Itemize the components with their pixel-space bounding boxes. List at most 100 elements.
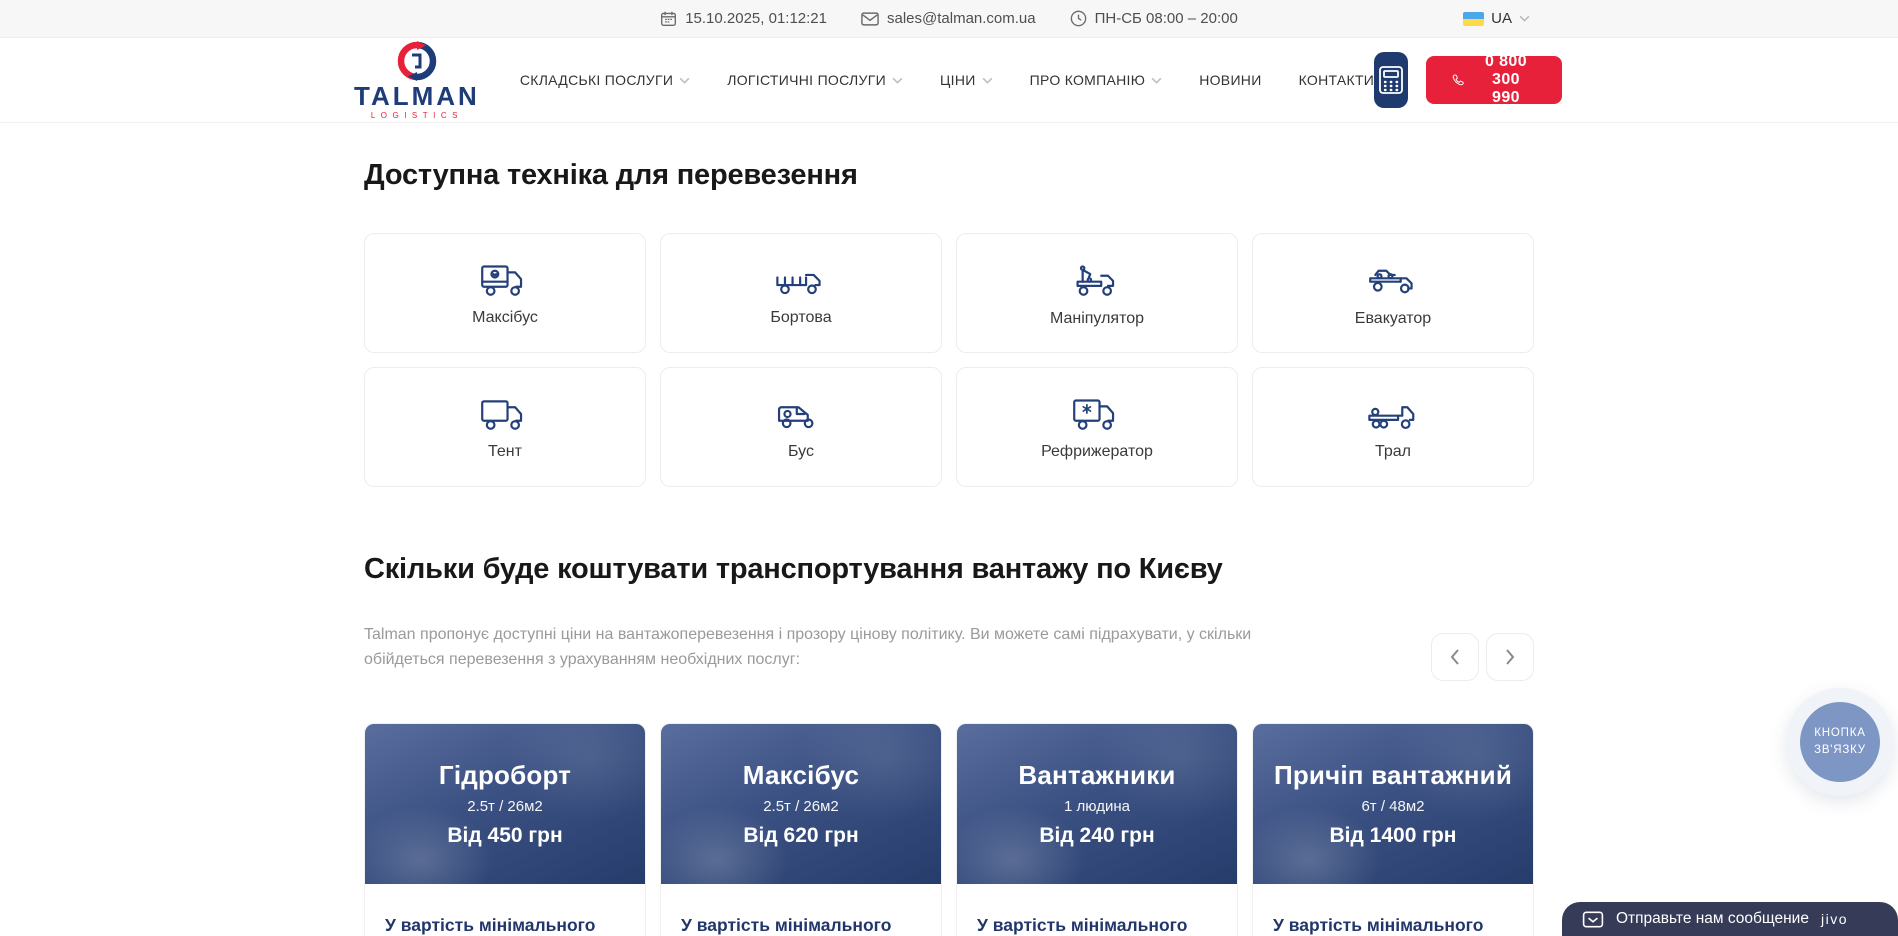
chevron-right-icon [1504, 648, 1516, 666]
topbar-email[interactable]: sales@talman.com.ua [861, 10, 1036, 27]
carousel-next-button[interactable] [1486, 633, 1534, 681]
price-card-header: Вантажники 1 людина Від 240 грн [957, 724, 1237, 884]
logo-wordmark: TALMAN [354, 83, 480, 109]
vehicle-label: Тент [488, 443, 522, 461]
chevron-down-icon [892, 77, 903, 84]
topbar: 15.10.2025, 01:12:21 sales@talman.com.ua… [0, 0, 1898, 38]
topbar-datetime: 15.10.2025, 01:12:21 [660, 10, 827, 27]
jivo-chat-bar[interactable]: Отправьте нам сообщение jivo [1562, 902, 1898, 936]
vehicle-card-crane[interactable]: Маніпулятор [956, 233, 1238, 353]
maxibus-truck-icon [478, 260, 532, 300]
logo-emblem-icon [389, 40, 445, 82]
price-card-header: Гідроборт 2.5т / 26м2 Від 450 грн [365, 724, 645, 884]
vehicle-label: Евакуатор [1355, 310, 1431, 328]
calculator-icon [1378, 65, 1404, 95]
phone-number: 0 800 300 990 [1476, 53, 1536, 107]
menu-item-prices[interactable]: ЦІНИ [940, 72, 993, 88]
menu-label: ЦІНИ [940, 72, 976, 88]
vehicle-card-maxibus[interactable]: Максібус [364, 233, 646, 353]
menu-item-news[interactable]: НОВИНИ [1199, 72, 1261, 88]
jivo-brand-logo: jivo [1821, 911, 1848, 927]
price-card-cargo-trailer[interactable]: Причіп вантажний 6т / 48м2 Від 1400 грн … [1252, 723, 1534, 936]
price-card-title: Максібус [743, 760, 859, 791]
vehicle-label: Бус [788, 443, 814, 461]
menu-label: ЛОГІСТИЧНІ ПОСЛУГИ [727, 72, 886, 88]
price-card-title: Вантажники [1018, 760, 1175, 791]
menu-item-logistics-services[interactable]: ЛОГІСТИЧНІ ПОСЛУГИ [727, 72, 903, 88]
topbar-hours: ПН-СБ 08:00 – 20:00 [1070, 10, 1238, 27]
contact-fab-line1: КНОПКА [1814, 725, 1865, 742]
crane-truck-icon [1070, 259, 1124, 301]
vehicle-card-van[interactable]: Бус [660, 367, 942, 487]
price-card-price: Від 240 грн [1039, 824, 1154, 848]
vehicle-card-flatbed[interactable]: Бортова [660, 233, 942, 353]
chevron-down-icon [1151, 77, 1162, 84]
language-code: UA [1491, 10, 1512, 27]
price-card-spec: 2.5т / 26м2 [467, 798, 543, 815]
vehicles-section-title: Доступна техніка для перевезення [364, 122, 1534, 192]
email-text: sales@talman.com.ua [887, 10, 1036, 27]
price-card-price: Від 450 грн [447, 824, 562, 848]
language-selector[interactable]: UA [1463, 0, 1530, 37]
talman-logo[interactable]: TALMAN LOGISTICS [354, 40, 480, 120]
phone-call-button[interactable]: 0 800 300 990 [1426, 56, 1562, 104]
price-card-spec: 2.5т / 26м2 [763, 798, 839, 815]
contact-fab-label: КНОПКА ЗВ'ЯЗКУ [1800, 702, 1880, 782]
price-card-note: У вартість мінімального замовлення за 45… [1273, 912, 1513, 936]
menu-label: НОВИНИ [1199, 72, 1261, 88]
vehicle-card-tow[interactable]: Евакуатор [1252, 233, 1534, 353]
price-card-spec: 1 людина [1064, 798, 1130, 815]
price-card-price: Від 620 грн [743, 824, 858, 848]
menu-label: СКЛАДСЬКІ ПОСЛУГИ [520, 72, 673, 88]
price-card-note: У вартість мінімального замовлення за 45… [385, 912, 625, 936]
vehicle-label: Маніпулятор [1050, 310, 1144, 328]
chevron-down-icon [679, 77, 690, 84]
message-envelope-icon [1582, 911, 1604, 928]
menu-item-warehouse-services[interactable]: СКЛАДСЬКІ ПОСЛУГИ [520, 72, 690, 88]
chevron-left-icon [1449, 648, 1461, 666]
ukraine-flag-icon [1463, 12, 1484, 26]
carousel-prev-button[interactable] [1431, 633, 1479, 681]
price-card-maxibus[interactable]: Максібус 2.5т / 26м2 Від 620 грн У варті… [660, 723, 942, 936]
jivo-chat-label: Отправьте нам сообщение [1616, 910, 1809, 928]
logo-subtitle: LOGISTICS [371, 111, 463, 120]
vehicle-card-lowboy[interactable]: Трал [1252, 367, 1534, 487]
tow-truck-icon [1366, 259, 1420, 301]
vehicle-label: Максібус [472, 309, 538, 327]
chevron-down-icon [1519, 15, 1530, 22]
price-card-header: Причіп вантажний 6т / 48м2 Від 1400 грн [1253, 724, 1533, 884]
price-card-loaders[interactable]: Вантажники 1 людина Від 240 грн У вартіс… [956, 723, 1238, 936]
flatbed-truck-icon [774, 260, 828, 300]
vehicle-card-refrigerator[interactable]: Рефрижератор [956, 367, 1238, 487]
price-card-price: Від 1400 грн [1330, 824, 1457, 848]
vehicle-label: Бортова [770, 309, 831, 327]
pricing-section-title: Скільки буде коштувати транспортування в… [364, 553, 1534, 586]
tent-truck-icon [478, 394, 532, 434]
calculator-button[interactable] [1374, 52, 1407, 108]
price-card-header: Максібус 2.5т / 26м2 Від 620 грн [661, 724, 941, 884]
phone-icon [1452, 69, 1464, 91]
menu-label: ПРО КОМПАНІЮ [1030, 72, 1146, 88]
price-card-spec: 6т / 48м2 [1361, 798, 1424, 815]
menu-item-contacts[interactable]: КОНТАКТИ [1299, 72, 1375, 88]
vehicle-label: Трал [1375, 443, 1411, 461]
vehicle-card-tent[interactable]: Тент [364, 367, 646, 487]
price-card-title: Причіп вантажний [1274, 760, 1512, 791]
contact-fab-line2: ЗВ'ЯЗКУ [1814, 742, 1866, 759]
menu-item-about-company[interactable]: ПРО КОМПАНІЮ [1030, 72, 1163, 88]
main-header: TALMAN LOGISTICS СКЛАДСЬКІ ПОСЛУГИ ЛОГІС… [0, 38, 1898, 122]
vehicle-grid: Максібус Бортова Маніпулятор Евакуатор [364, 233, 1534, 487]
price-card-note: У вартість мінімального замовлення за 45… [977, 912, 1217, 936]
price-card-carousel: Гідроборт 2.5т / 26м2 Від 450 грн У варт… [364, 723, 1534, 936]
contact-fab-button[interactable]: КНОПКА ЗВ'ЯЗКУ [1786, 688, 1894, 796]
refrigerator-truck-icon [1070, 394, 1124, 434]
vehicle-label: Рефрижератор [1041, 443, 1153, 461]
chevron-down-icon [982, 77, 993, 84]
price-card-hydroboard[interactable]: Гідроборт 2.5т / 26м2 Від 450 грн У варт… [364, 723, 646, 936]
pricing-description: Talman пропонує доступні ціни на вантажо… [364, 623, 1299, 673]
envelope-icon [861, 12, 879, 26]
hours-text: ПН-СБ 08:00 – 20:00 [1095, 10, 1238, 27]
clock-icon [1070, 10, 1087, 27]
price-card-title: Гідроборт [439, 760, 571, 791]
menu-label: КОНТАКТИ [1299, 72, 1375, 88]
